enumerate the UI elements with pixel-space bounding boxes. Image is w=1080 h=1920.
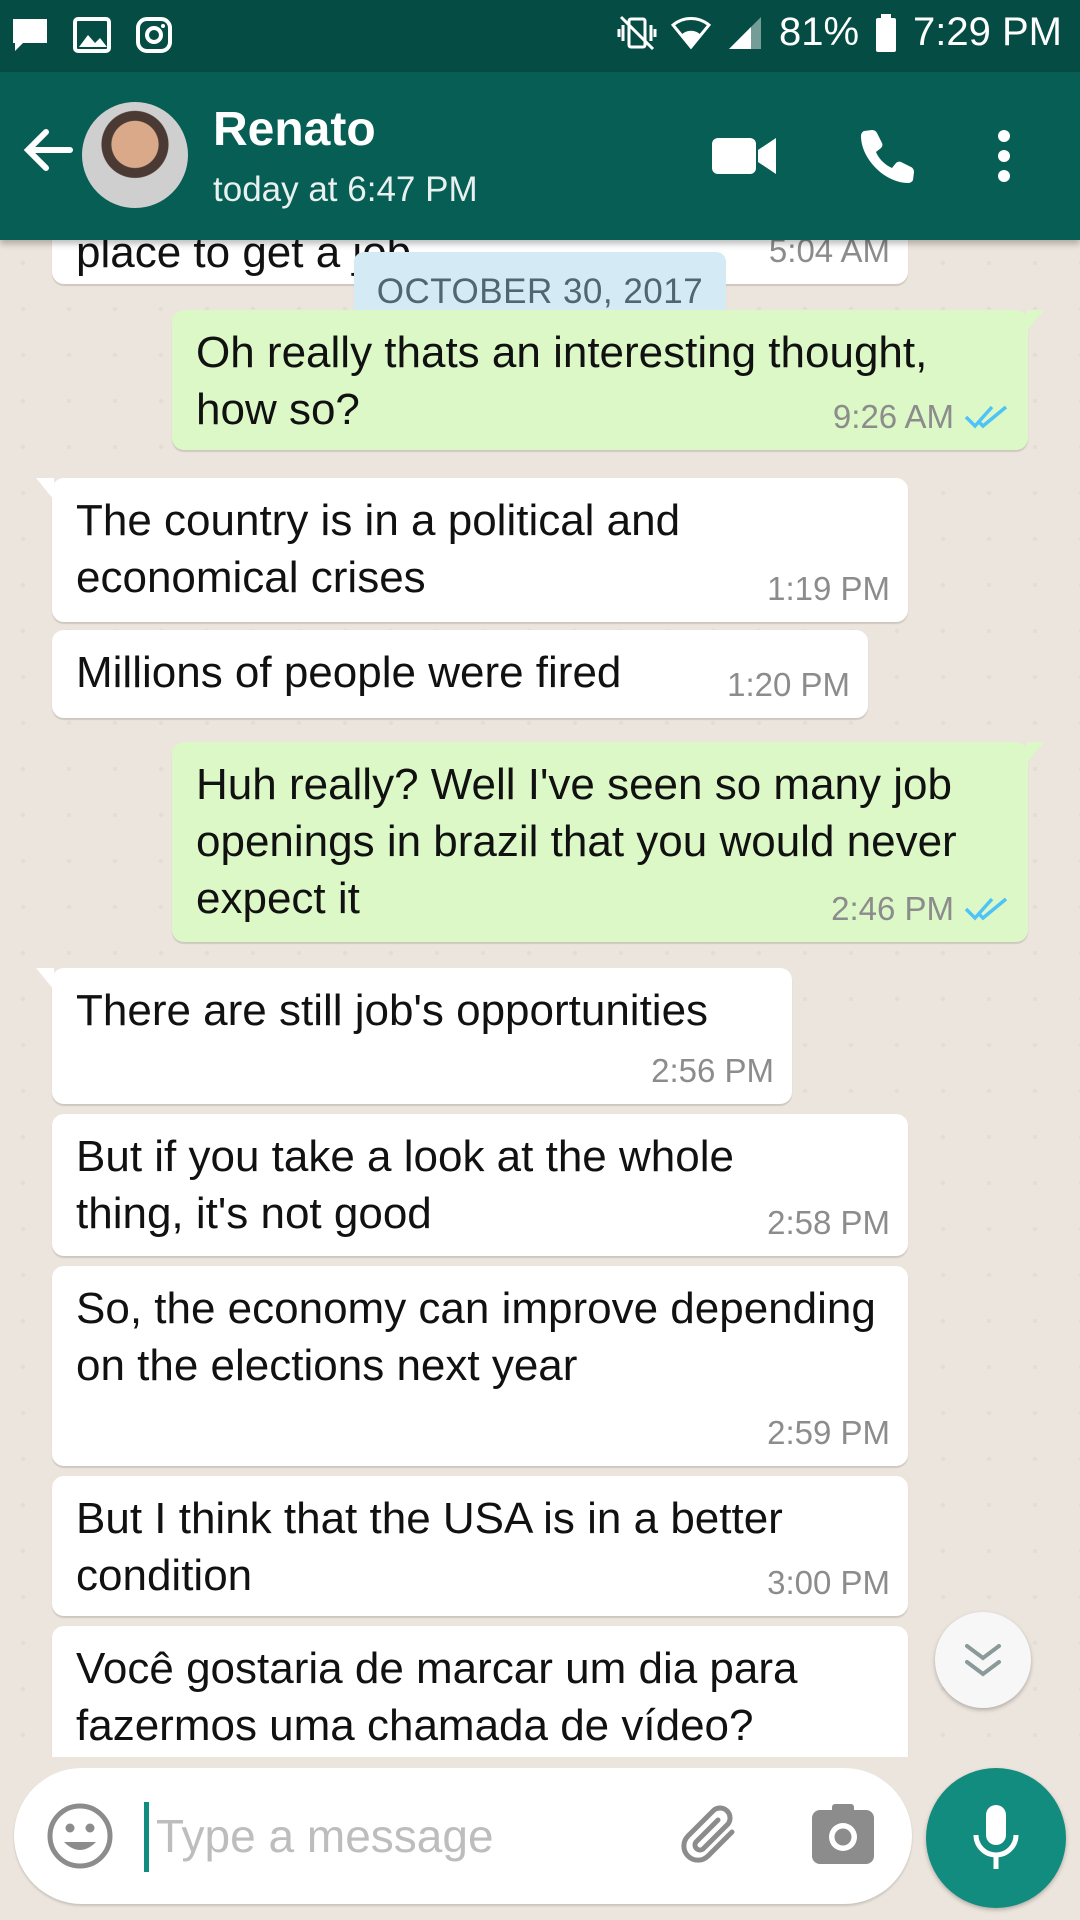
scroll-to-bottom-button[interactable] [935,1612,1031,1708]
wifi-icon [670,12,711,54]
message-bubble-incoming[interactable]: But if you take a look at the whole thin… [52,1114,908,1256]
time-label: 1:20 PM [727,666,850,703]
text-cursor [144,1802,149,1872]
attachment-icon[interactable] [672,1798,748,1874]
vibrate-icon [617,12,657,54]
time-label: 1:19 PM [767,570,890,607]
signal-icon [725,12,765,54]
instagram-notification-icon [134,14,174,56]
message-text: There are still job's opportunities [76,986,709,1035]
time-label: 2:56 PM [651,1052,774,1089]
time-label: 9:26 AM [832,398,954,435]
message-time: 2:58 PM [767,1204,890,1242]
message-bubble-outgoing[interactable]: Oh really thats an interesting thought, … [172,310,1044,450]
battery-icon [873,12,899,54]
emoji-icon[interactable] [44,1800,116,1872]
microphone-icon [973,1805,1019,1869]
read-ticks-icon [964,897,1008,921]
back-arrow-icon[interactable] [20,122,76,178]
message-time: 2:59 PM [767,1414,890,1452]
message-bubble-incoming[interactable]: So, the economy can improve depending on… [52,1266,908,1466]
status-bar: 81% 7:29 PM [0,0,1080,72]
message-time: 3:00 PM [767,1564,890,1602]
clock: 7:29 PM [913,10,1062,54]
message-bubble-outgoing[interactable]: Huh really? Well I've seen so many job o… [172,742,1044,942]
chat-header: Renato today at 6:47 PM [0,72,1080,240]
message-time: 9:26 AM [833,398,1010,436]
read-ticks-icon [964,405,1008,429]
microphone-button[interactable] [926,1768,1066,1908]
video-call-icon[interactable] [704,120,784,192]
phone-icon[interactable] [848,120,928,192]
bubble-tail [36,968,54,990]
message-bubble-incoming[interactable]: Millions of people were fired 1:20 PM [52,630,868,718]
notification-icons [10,14,174,56]
message-text: So, the economy can improve depending on… [76,1284,889,1390]
last-seen-status: today at 6:47 PM [213,170,478,209]
bubble-tail [36,478,54,500]
time-label: 2:59 PM [767,1414,890,1451]
chat-messages[interactable]: place to get a job 5:04 AM OCTOBER 30, 2… [0,240,1080,1757]
double-chevron-down-icon [965,1644,1001,1677]
message-time: 2:56 PM [651,1052,774,1090]
message-text: But if you take a look at the whole thin… [76,1132,747,1238]
time-label: 2:58 PM [767,1204,890,1241]
bubble-tail [1026,742,1044,764]
message-time: 1:19 PM [767,570,890,608]
time-label: 2:46 PM [831,890,954,927]
time-label: 5:04 AM [768,240,890,269]
message-text: Você gostaria de marcar um dia para faze… [76,1644,810,1750]
message-composer [14,1768,912,1904]
message-input[interactable] [156,1798,536,1874]
contact-name[interactable]: Renato [213,102,376,157]
bubble-tail [1026,310,1044,332]
camera-icon[interactable] [810,1802,876,1868]
gallery-notification-icon [72,14,112,56]
battery-percent: 81% [778,10,860,54]
avatar[interactable] [82,102,188,208]
system-status: 81% 7:29 PM [617,10,1062,55]
message-text: But I think that the USA is in a better … [76,1494,796,1600]
time-label: 3:00 PM [767,1564,890,1601]
message-bubble-incoming[interactable]: The country is in a political and econom… [36,478,908,622]
message-time: 2:46 PM [831,890,1010,928]
message-bubble-incoming[interactable]: Você gostaria de marcar um dia para faze… [52,1626,908,1757]
message-notification-icon [10,14,50,56]
more-options-icon[interactable] [974,120,1034,192]
message-text: The country is in a political and econom… [76,496,693,602]
message-bubble-incoming[interactable]: But I think that the USA is in a better … [52,1476,908,1616]
message-time: 1:20 PM [727,666,850,704]
message-time: 5:04 AM [769,240,890,270]
message-bubble-incoming[interactable]: There are still job's opportunities 2:56… [36,968,792,1104]
